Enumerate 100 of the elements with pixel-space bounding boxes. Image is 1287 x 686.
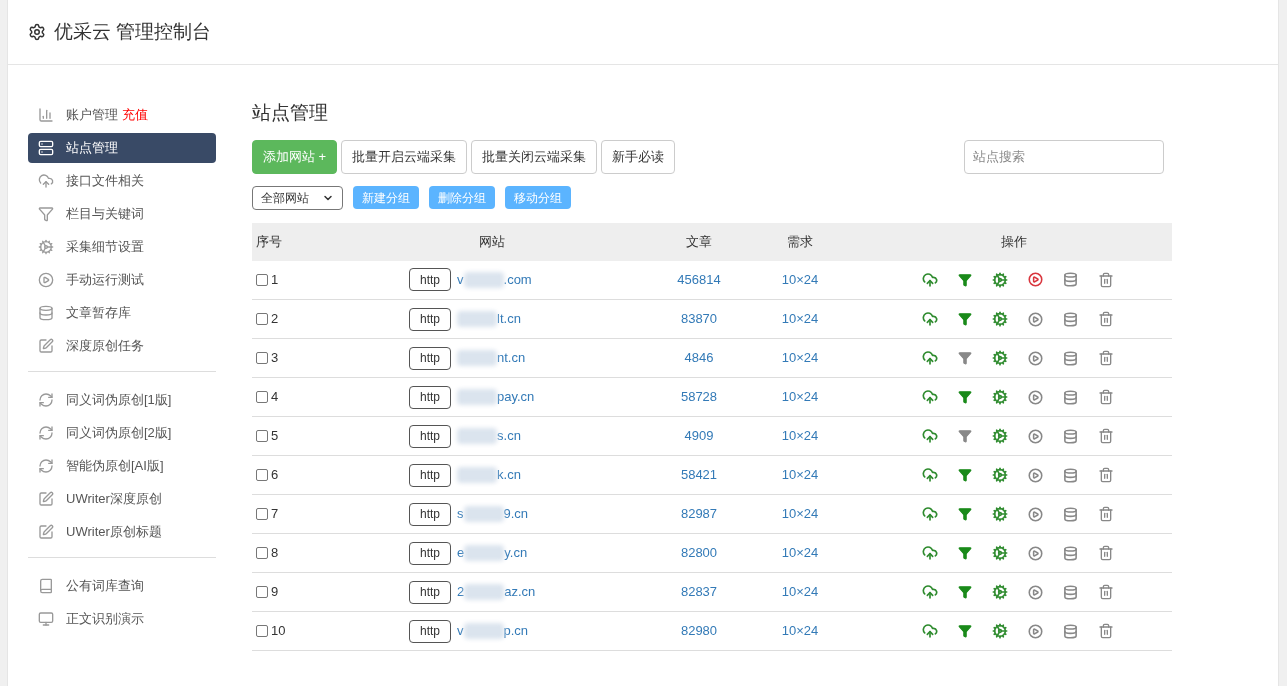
toolbar-button[interactable]: 新手必读 xyxy=(601,139,676,174)
play-icon[interactable] xyxy=(1028,272,1043,288)
protocol-tag[interactable]: http xyxy=(409,424,451,448)
group-select[interactable]: 全部网站 xyxy=(252,185,343,210)
cloud-upload-icon[interactable] xyxy=(922,623,938,639)
sidebar-item[interactable]: 正文识别演示 xyxy=(28,604,216,634)
toolbar-button[interactable]: 批量开启云端采集 xyxy=(341,139,468,174)
row-checkbox[interactable] xyxy=(256,391,268,403)
site-domain[interactable]: v p.cn xyxy=(457,621,529,641)
row-checkbox[interactable] xyxy=(256,547,268,559)
site-domain[interactable]: e y.cn xyxy=(457,543,528,563)
filter-icon[interactable] xyxy=(958,272,972,287)
database-icon[interactable] xyxy=(1063,467,1078,483)
sidebar-item[interactable]: 智能伪原创[AI版] xyxy=(28,451,216,481)
database-icon[interactable] xyxy=(1063,428,1078,444)
delete-icon[interactable] xyxy=(1098,389,1114,405)
cloud-upload-icon[interactable] xyxy=(922,584,938,600)
row-checkbox[interactable] xyxy=(256,508,268,520)
database-icon[interactable] xyxy=(1063,545,1078,561)
play-icon[interactable] xyxy=(1028,428,1043,444)
cloud-upload-icon[interactable] xyxy=(922,271,938,288)
filter-icon[interactable] xyxy=(958,546,972,560)
row-checkbox[interactable] xyxy=(256,313,268,325)
row-checkbox[interactable] xyxy=(256,352,268,364)
row-checkbox[interactable] xyxy=(256,273,268,286)
database-icon[interactable] xyxy=(1063,272,1078,288)
article-count[interactable]: 456814 xyxy=(677,272,721,287)
delete-icon[interactable] xyxy=(1098,311,1114,327)
article-count[interactable]: 58421 xyxy=(680,467,718,483)
delete-icon[interactable] xyxy=(1098,545,1114,561)
protocol-tag[interactable]: http xyxy=(409,541,451,565)
article-count[interactable]: 58728 xyxy=(680,389,718,405)
article-count[interactable]: 82987 xyxy=(680,506,718,522)
cloud-upload-icon[interactable] xyxy=(922,428,938,444)
sidebar-item[interactable]: 采集细节设置 xyxy=(28,232,216,262)
protocol-tag[interactable]: http xyxy=(409,502,451,526)
sidebar-item[interactable]: UWriter原创标题 xyxy=(28,517,216,547)
article-count[interactable]: 82800 xyxy=(680,545,718,561)
row-checkbox[interactable] xyxy=(256,430,268,442)
filter-icon[interactable] xyxy=(958,390,972,404)
sidebar-item[interactable]: 账户管理 充值 xyxy=(28,100,216,130)
sidebar-item[interactable]: 栏目与关键词 xyxy=(28,199,216,229)
play-icon[interactable] xyxy=(1028,311,1043,327)
filter-icon[interactable] xyxy=(958,312,972,326)
protocol-tag[interactable]: http xyxy=(409,580,451,604)
play-icon[interactable] xyxy=(1028,350,1043,366)
cloud-upload-icon[interactable] xyxy=(922,389,938,405)
delete-icon[interactable] xyxy=(1098,350,1114,366)
cloud-upload-icon[interactable] xyxy=(922,545,938,561)
sidebar-item[interactable]: 同义词伪原创[2版] xyxy=(28,418,216,448)
database-icon[interactable] xyxy=(1063,584,1078,600)
filter-icon[interactable] xyxy=(958,585,972,599)
sidebar-item[interactable]: 公有词库查询 xyxy=(28,571,216,601)
search-field[interactable]: 站点搜索 xyxy=(964,139,1164,174)
sidebar-item[interactable]: UWriter深度原创 xyxy=(28,484,216,514)
row-checkbox[interactable] xyxy=(256,625,268,637)
site-domain[interactable]: s 9.cn xyxy=(457,504,529,524)
filter-icon[interactable] xyxy=(958,351,972,365)
article-count[interactable]: 82980 xyxy=(680,623,718,639)
filter-icon[interactable] xyxy=(958,507,972,521)
sidebar-item[interactable]: 深度原创任务 xyxy=(28,331,216,361)
delete-icon[interactable] xyxy=(1098,623,1114,639)
site-domain[interactable]: nt.cn xyxy=(457,348,526,368)
protocol-tag[interactable]: http xyxy=(409,307,451,331)
cloud-upload-icon[interactable] xyxy=(922,506,938,522)
site-domain[interactable]: v .com xyxy=(457,270,532,290)
delete-icon[interactable] xyxy=(1098,428,1114,444)
article-count[interactable]: 4909 xyxy=(684,428,714,444)
delete-icon[interactable] xyxy=(1098,271,1114,288)
site-domain[interactable]: pay.cn xyxy=(457,387,535,407)
protocol-tag[interactable]: http xyxy=(409,619,451,643)
database-icon[interactable] xyxy=(1063,506,1078,522)
protocol-tag[interactable]: http xyxy=(409,346,451,370)
database-icon[interactable] xyxy=(1063,311,1078,327)
play-icon[interactable] xyxy=(1028,506,1043,522)
play-icon[interactable] xyxy=(1028,584,1043,600)
delete-icon[interactable] xyxy=(1098,467,1114,483)
filter-icon[interactable] xyxy=(958,468,972,482)
sidebar-item[interactable]: 手动运行测试 xyxy=(28,265,216,295)
article-count[interactable]: 4846 xyxy=(684,350,714,366)
sidebar-item[interactable]: 文章暂存库 xyxy=(28,298,216,328)
play-icon[interactable] xyxy=(1028,545,1043,561)
sidebar-item[interactable]: 同义词伪原创[1版] xyxy=(28,385,216,415)
cloud-upload-icon[interactable] xyxy=(922,350,938,366)
protocol-tag[interactable]: http xyxy=(409,463,451,487)
delete-icon[interactable] xyxy=(1098,584,1114,600)
row-checkbox[interactable] xyxy=(256,586,268,598)
toolbar-button[interactable]: 批量关闭云端采集 xyxy=(471,139,598,174)
sidebar-item[interactable]: 接口文件相关 xyxy=(28,166,216,196)
site-domain[interactable]: 2 az.cn xyxy=(457,582,536,602)
play-icon[interactable] xyxy=(1028,623,1043,639)
sidebar-item[interactable]: 站点管理 xyxy=(28,133,216,163)
protocol-tag[interactable]: http xyxy=(409,385,451,409)
row-checkbox[interactable] xyxy=(256,469,268,481)
filter-icon[interactable] xyxy=(958,429,972,443)
delete-icon[interactable] xyxy=(1098,506,1114,522)
protocol-tag[interactable]: http xyxy=(409,268,451,292)
play-icon[interactable] xyxy=(1028,389,1043,405)
database-icon[interactable] xyxy=(1063,389,1078,405)
filter-icon[interactable] xyxy=(958,624,972,638)
